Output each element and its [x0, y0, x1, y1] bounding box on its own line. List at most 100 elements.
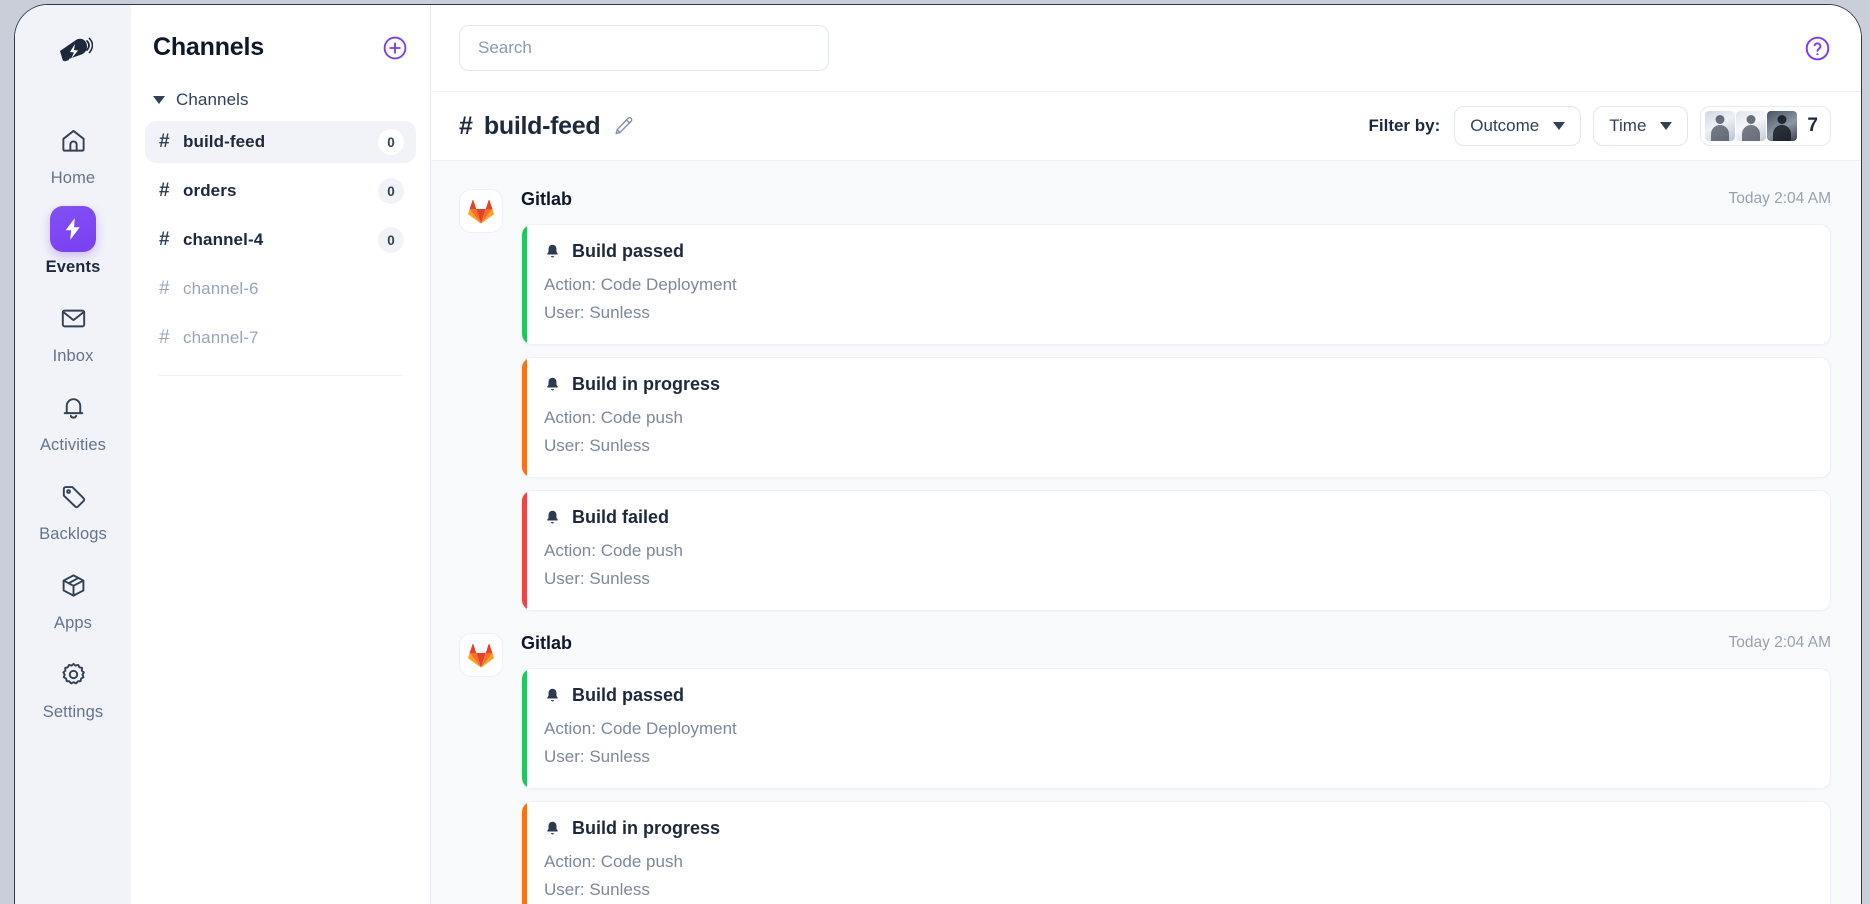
channel-header-bar: # build-feed Filter by: Outcome Time 7 [431, 91, 1861, 161]
channel-item-channel-6[interactable]: # channel-6 [145, 268, 416, 310]
hash-icon: # [159, 131, 170, 152]
feed-group-body: Gitlab Today 2:04 AM Build passed Action… [521, 631, 1831, 904]
channel-name: build-feed [183, 132, 266, 151]
channel-unread-badge: 0 [378, 178, 404, 204]
hash-icon: # [159, 229, 170, 250]
nav-item-inbox[interactable]: Inbox [15, 295, 131, 366]
nav-label-backlogs: Backlogs [39, 525, 107, 543]
nav-item-backlogs[interactable]: Backlogs [15, 473, 131, 544]
event-card[interactable]: Build passed Action: Code Deployment Use… [521, 668, 1831, 790]
home-icon [50, 117, 96, 163]
event-card[interactable]: Build in progress Action: Code push User… [521, 357, 1831, 479]
event-card-title: Build in progress [544, 374, 1810, 395]
event-card-user: User: Sunless [544, 435, 650, 455]
nav-item-apps[interactable]: Apps [15, 562, 131, 633]
hash-icon: # [159, 327, 170, 348]
app-window: Home Events Inbox Activities Backlogs Ap… [14, 4, 1862, 904]
feed-group-head: Gitlab Today 2:04 AM Build passed Action… [459, 631, 1831, 904]
event-card-action: Action: Code Deployment [544, 275, 737, 294]
channels-header: Channels [131, 27, 430, 62]
member-avatar-group[interactable]: 7 [1700, 106, 1831, 146]
event-card-user: User: Sunless [544, 302, 650, 322]
nav-label-events: Events [45, 258, 101, 276]
chevron-down-icon [1553, 122, 1566, 130]
bell-icon [547, 377, 558, 391]
feed-group: Gitlab Today 2:04 AM Build passed Action… [459, 631, 1831, 904]
nav-label-apps: Apps [53, 614, 92, 632]
member-count: 7 [1807, 115, 1818, 136]
feed-group: Gitlab Today 2:04 AM Build passed Action… [459, 187, 1831, 623]
pencil-icon[interactable] [613, 115, 635, 137]
event-card[interactable]: Build passed Action: Code Deployment Use… [521, 224, 1831, 346]
event-card-title-text: Build in progress [572, 818, 721, 839]
gear-icon [50, 651, 96, 697]
channels-group-toggle[interactable]: Channels [131, 90, 430, 110]
page-title: build-feed [483, 111, 601, 140]
filter-outcome-select[interactable]: Outcome [1454, 106, 1582, 146]
nav-item-events[interactable]: Events [15, 206, 131, 277]
channel-list: # build-feed 0 # orders 0 # channel-4 0 … [131, 121, 430, 376]
top-bar [431, 5, 1861, 91]
channel-unread-badge: 0 [378, 129, 404, 155]
channel-item-orders[interactable]: # orders 0 [145, 170, 416, 212]
nav-label-inbox: Inbox [52, 347, 94, 365]
bell-icon [547, 244, 558, 258]
event-card-title: Build in progress [544, 818, 1810, 839]
event-card-title: Build passed [544, 685, 1810, 706]
question-circle-icon[interactable] [1804, 35, 1831, 62]
event-card[interactable]: Build failed Action: Code push User: Sun… [521, 490, 1831, 612]
plus-circle-icon[interactable] [382, 35, 408, 61]
main-column: # build-feed Filter by: Outcome Ti [431, 5, 1861, 904]
event-card-action: Action: Code push [544, 541, 683, 561]
chevron-down-icon [1660, 122, 1673, 130]
primary-nav-rail: Home Events Inbox Activities Backlogs Ap… [15, 5, 131, 904]
event-card-action: Action: Code push [544, 408, 683, 428]
search-input[interactable] [459, 25, 829, 71]
feed-app-name: Gitlab [521, 632, 573, 653]
hash-icon: # [159, 278, 170, 299]
channel-name: channel-4 [183, 230, 264, 249]
bell-icon [50, 384, 96, 430]
caret-down-icon [153, 96, 165, 104]
nav-item-settings[interactable]: Settings [15, 651, 131, 722]
filter-time-select[interactable]: Time [1593, 106, 1689, 146]
channels-group-label: Channels [176, 90, 249, 109]
bolt-icon [50, 206, 96, 252]
event-card-title: Build failed [544, 507, 1810, 528]
gitlab-logo [459, 189, 503, 233]
gitlab-logo [459, 633, 503, 678]
channel-list-divider [159, 375, 402, 376]
feed-group-title-row: Gitlab Today 2:04 AM [521, 187, 1831, 211]
event-card-action: Action: Code push [544, 852, 683, 872]
hash-icon: # [159, 180, 170, 201]
tag-icon [50, 473, 96, 519]
feed-group-body: Gitlab Today 2:04 AM Build passed Action… [521, 187, 1831, 623]
feed-app-name: Gitlab [521, 188, 573, 209]
feed-timestamp: Today 2:04 AM [1728, 190, 1831, 207]
channel-item-build-feed[interactable]: # build-feed 0 [145, 121, 416, 163]
filter-time-value: Time [1609, 116, 1647, 135]
channel-name: channel-6 [183, 279, 259, 298]
avatar [1736, 111, 1767, 141]
avatar-stack [1705, 111, 1798, 141]
box-icon [50, 562, 96, 608]
channel-item-channel-7[interactable]: # channel-7 [145, 317, 416, 359]
channel-name: orders [183, 181, 237, 200]
filter-outcome-value: Outcome [1470, 116, 1540, 135]
nav-item-activities[interactable]: Activities [15, 384, 131, 455]
nav-item-home[interactable]: Home [15, 117, 131, 188]
event-card-title: Build passed [544, 241, 1810, 262]
event-card-title-text: Build passed [572, 685, 685, 706]
event-card-title-text: Build in progress [572, 374, 721, 395]
envelope-icon [50, 295, 96, 341]
event-feed[interactable]: Gitlab Today 2:04 AM Build passed Action… [431, 161, 1861, 904]
event-card[interactable]: Build in progress Action: Code push User… [521, 801, 1831, 904]
feed-timestamp: Today 2:04 AM [1728, 634, 1831, 652]
event-card-action: Action: Code Deployment [544, 719, 737, 739]
bell-icon [547, 510, 558, 524]
bell-icon [547, 688, 558, 702]
event-card-user: User: Sunless [544, 746, 650, 766]
channel-item-channel-4[interactable]: # channel-4 0 [145, 219, 416, 261]
filter-by-label: Filter by: [1368, 116, 1441, 135]
nav-label-activities: Activities [39, 436, 107, 454]
